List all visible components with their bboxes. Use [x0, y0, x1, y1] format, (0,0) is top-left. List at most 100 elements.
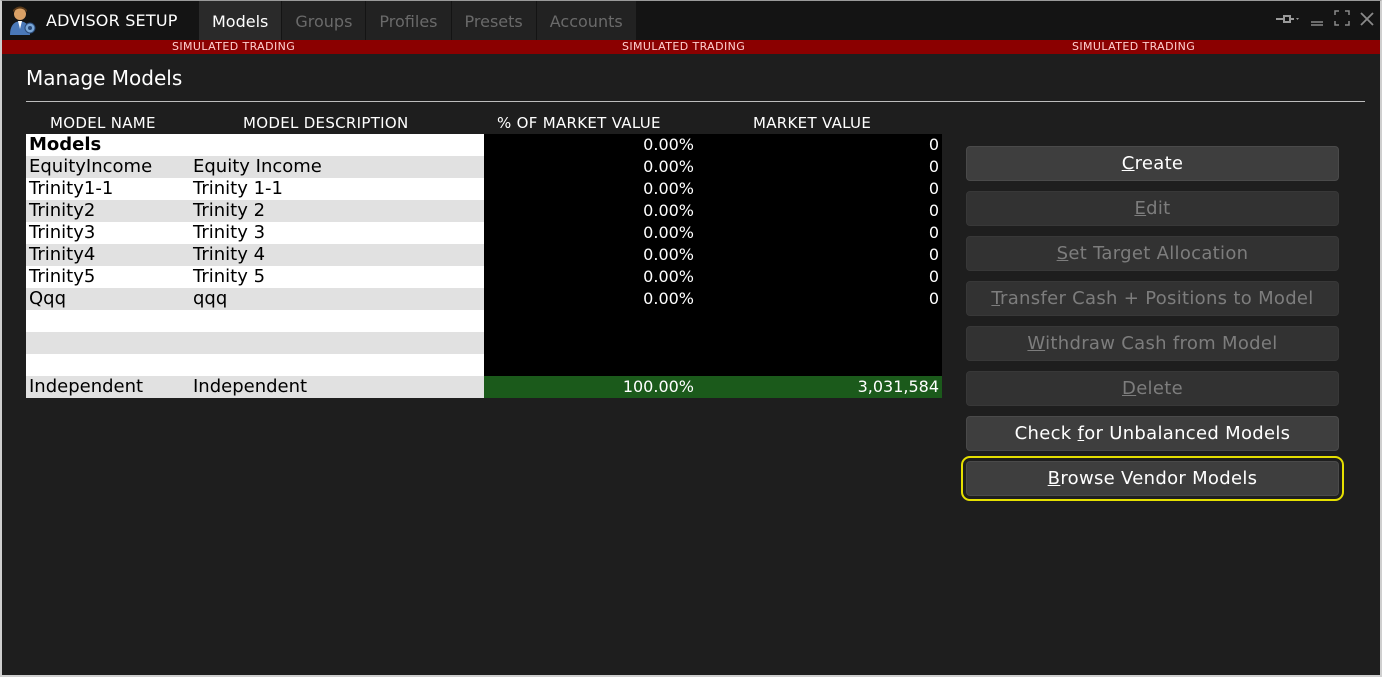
- row-right-cells: 0.00% 0: [484, 266, 942, 288]
- row-left-cells: Independent Independent: [26, 376, 484, 398]
- tab-groups[interactable]: Groups: [282, 1, 367, 40]
- table-row[interactable]: [26, 332, 942, 354]
- pin-icon[interactable]: [1274, 11, 1300, 31]
- row-right-cells: 0.00% 0: [484, 244, 942, 266]
- model-description-cell: Independent: [193, 376, 308, 397]
- row-right-cells: [484, 354, 942, 376]
- model-description-cell: Trinity 3: [193, 222, 266, 243]
- pct-market-value-cell: 0.00%: [643, 267, 694, 286]
- row-right-cells: 0.00% 0: [484, 134, 942, 156]
- model-name-cell: Trinity2: [29, 200, 96, 221]
- button-mnemonic: T: [991, 288, 1001, 309]
- column-header-model-description[interactable]: MODEL DESCRIPTION: [243, 114, 409, 132]
- button-label-suffix: reate: [1134, 153, 1184, 174]
- table-row[interactable]: Trinity5 Trinity 5 0.00% 0: [26, 266, 942, 288]
- column-header-model-name[interactable]: MODEL NAME: [50, 114, 156, 132]
- table-row[interactable]: [26, 354, 942, 376]
- table-row[interactable]: EquityIncome Equity Income 0.00% 0: [26, 156, 942, 178]
- model-name-cell: Qqq: [29, 288, 67, 309]
- advisor-setup-window: ADVISOR SETUP Models Groups Profiles Pre…: [0, 0, 1382, 677]
- model-description-cell: Equity Income: [193, 156, 322, 177]
- browse-vendor-models-button[interactable]: Browse Vendor Models: [961, 456, 1344, 501]
- market-value-cell: 0: [928, 267, 939, 286]
- table-row[interactable]: Trinity4 Trinity 4 0.00% 0: [26, 244, 942, 266]
- table-row[interactable]: Trinity1-1 Trinity 1-1 0.00% 0: [26, 178, 942, 200]
- button-label-suffix: ransfer Cash + Positions to Model: [1000, 288, 1314, 309]
- create-button[interactable]: Create: [966, 146, 1339, 181]
- tab-models[interactable]: Models: [199, 1, 283, 40]
- divider: [26, 101, 1365, 102]
- button-mnemonic: E: [1134, 198, 1147, 219]
- maximize-icon[interactable]: [1334, 10, 1350, 31]
- table-row[interactable]: Models 0.00% 0: [26, 134, 942, 156]
- model-name-cell: Trinity4: [29, 244, 96, 265]
- table-row[interactable]: Trinity2 Trinity 2 0.00% 0: [26, 200, 942, 222]
- close-icon[interactable]: [1360, 11, 1374, 31]
- row-left-cells: [26, 332, 484, 354]
- button-label-suffix: et Target Allocation: [1068, 243, 1249, 264]
- row-left-cells: Models: [26, 134, 484, 156]
- page-title: Manage Models: [26, 66, 183, 90]
- check-unbalanced-models-button[interactable]: Check for Unbalanced Models: [966, 416, 1339, 451]
- tab-accounts[interactable]: Accounts: [536, 1, 637, 40]
- row-left-cells: Trinity5 Trinity 5: [26, 266, 484, 288]
- button-mnemonic: S: [1056, 243, 1069, 264]
- edit-button[interactable]: Edit: [966, 191, 1339, 226]
- model-description-cell: qqq: [193, 288, 228, 309]
- table-row[interactable]: Trinity3 Trinity 3 0.00% 0: [26, 222, 942, 244]
- column-header-market-value[interactable]: MARKET VALUE: [753, 114, 871, 132]
- button-label-suffix: ithdraw Cash from Model: [1045, 333, 1278, 354]
- pct-market-value-cell: 0.00%: [643, 245, 694, 264]
- market-value-cell: 0: [928, 223, 939, 242]
- market-value-cell: 0: [928, 289, 939, 308]
- table-header: MODEL NAME MODEL DESCRIPTION % OF MARKET…: [26, 114, 942, 134]
- button-mnemonic: W: [1027, 333, 1046, 354]
- row-right-cells: [484, 332, 942, 354]
- model-name-cell: Models: [29, 134, 102, 155]
- pct-market-value-cell: 100.00%: [622, 377, 694, 396]
- row-left-cells: EquityIncome Equity Income: [26, 156, 484, 178]
- market-value-cell: 0: [928, 179, 939, 198]
- row-left-cells: Trinity3 Trinity 3: [26, 222, 484, 244]
- column-header-pct-market-value[interactable]: % OF MARKET VALUE: [497, 114, 661, 132]
- set-target-allocation-button[interactable]: Set Target Allocation: [966, 236, 1339, 271]
- model-description-cell: Trinity 2: [193, 200, 266, 221]
- pct-market-value-cell: 0.00%: [643, 201, 694, 220]
- market-value-cell: 0: [928, 201, 939, 220]
- model-name-cell: Independent: [29, 376, 144, 397]
- model-name-cell: EquityIncome: [29, 156, 153, 177]
- tab-presets[interactable]: Presets: [451, 1, 537, 40]
- row-right-cells: [484, 310, 942, 332]
- button-mnemonic: C: [1121, 153, 1135, 174]
- market-value-cell: 0: [928, 135, 939, 154]
- pct-market-value-cell: 0.00%: [643, 157, 694, 176]
- table-row[interactable]: [26, 310, 942, 332]
- withdraw-cash-button[interactable]: Withdraw Cash from Model: [966, 326, 1339, 361]
- advisor-icon: [10, 6, 36, 35]
- table-row[interactable]: Independent Independent 100.00% 3,031,584: [26, 376, 942, 398]
- simulated-trading-label: SIMULATED TRADING: [1072, 40, 1196, 53]
- title-bar: ADVISOR SETUP Models Groups Profiles Pre…: [2, 1, 1380, 40]
- pct-market-value-cell: 0.00%: [643, 179, 694, 198]
- pct-market-value-cell: 0.00%: [643, 223, 694, 242]
- pct-market-value-cell: 0.00%: [643, 135, 694, 154]
- button-mnemonic: B: [1047, 468, 1061, 489]
- model-name-cell: Trinity3: [29, 222, 96, 243]
- market-value-cell: 0: [928, 245, 939, 264]
- delete-button[interactable]: Delete: [966, 371, 1339, 406]
- row-right-cells: 0.00% 0: [484, 200, 942, 222]
- row-right-cells: 100.00% 3,031,584: [484, 376, 942, 398]
- tab-profiles[interactable]: Profiles: [366, 1, 452, 40]
- transfer-cash-positions-button[interactable]: Transfer Cash + Positions to Model: [966, 281, 1339, 316]
- button-label-suffix: dit: [1146, 198, 1171, 219]
- row-right-cells: 0.00% 0: [484, 156, 942, 178]
- row-left-cells: [26, 354, 484, 376]
- row-left-cells: [26, 310, 484, 332]
- table-row[interactable]: Qqq qqq 0.00% 0: [26, 288, 942, 310]
- tab-bar: Models Groups Profiles Presets Accounts: [199, 1, 637, 40]
- row-left-cells: Trinity2 Trinity 2: [26, 200, 484, 222]
- model-name-cell: Trinity5: [29, 266, 96, 287]
- simulated-trading-label: SIMULATED TRADING: [622, 40, 746, 53]
- button-label-prefix: Check: [1014, 423, 1078, 444]
- minimize-icon[interactable]: [1310, 11, 1324, 31]
